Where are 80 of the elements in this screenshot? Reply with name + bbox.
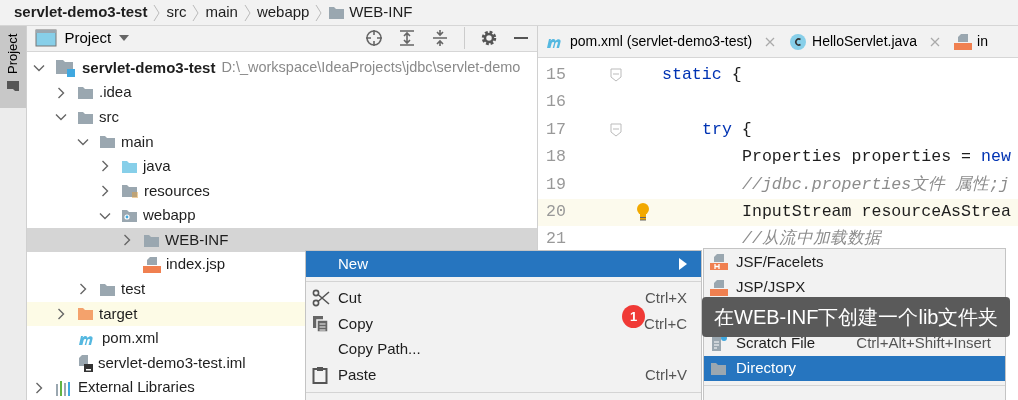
editor-tab[interactable]: pom.xml (servlet-demo3-test) bbox=[538, 26, 783, 57]
breadcrumb-item[interactable]: main bbox=[205, 1, 238, 24]
jsp-file-icon bbox=[143, 256, 161, 274]
line-number: 20 bbox=[546, 200, 567, 223]
jsp-file-icon bbox=[710, 278, 728, 296]
folder-icon bbox=[121, 158, 138, 174]
project-path: D:\_workspace\IdeaProjects\jdbc\servlet-demo bbox=[221, 58, 521, 78]
web-folder-icon bbox=[121, 208, 138, 224]
editor-tab[interactable]: HelloServlet.java bbox=[782, 26, 948, 57]
locate-icon[interactable] bbox=[365, 29, 383, 48]
libraries-icon bbox=[55, 379, 73, 396]
tree-item[interactable]: pom.xml bbox=[102, 327, 159, 350]
folder-icon bbox=[710, 361, 727, 377]
resources-folder-icon bbox=[121, 182, 139, 199]
menu-item[interactable]: JSF/Facelets bbox=[704, 249, 1005, 275]
chevron-separator-icon bbox=[243, 4, 251, 23]
code-line: InputStream resourceAsStrea bbox=[742, 200, 1011, 223]
expand-all-icon[interactable] bbox=[398, 29, 416, 48]
menu-item[interactable]: New bbox=[306, 251, 701, 277]
class-icon bbox=[789, 32, 808, 51]
tree-item[interactable]: src bbox=[99, 105, 119, 129]
clipboard-icon bbox=[312, 366, 328, 385]
folder-icon bbox=[99, 134, 116, 150]
breadcrumb-item[interactable]: webapp bbox=[256, 1, 310, 24]
module-file-icon bbox=[77, 354, 93, 373]
chevron-separator-icon bbox=[192, 4, 200, 23]
scissors-icon bbox=[312, 289, 330, 308]
fold-marker-icon[interactable] bbox=[610, 68, 622, 83]
line-number: 19 bbox=[546, 173, 567, 196]
folder-icon bbox=[99, 281, 116, 297]
folder-icon bbox=[77, 109, 94, 125]
lightbulb-icon[interactable] bbox=[636, 202, 650, 223]
folder-icon bbox=[77, 85, 94, 101]
tree-item[interactable]: External Libraries bbox=[78, 376, 195, 399]
project-tool-tab[interactable]: Project bbox=[0, 26, 26, 108]
code-line: //jdbc.properties文件 属性;j bbox=[742, 173, 1010, 196]
copy-icon bbox=[312, 315, 330, 333]
tree-item[interactable]: test bbox=[121, 278, 146, 301]
line-number: 16 bbox=[546, 91, 567, 114]
menu-item[interactable]: Paste Ctrl+V bbox=[306, 362, 701, 388]
module-icon bbox=[55, 59, 77, 77]
line-number: 21 bbox=[546, 228, 567, 251]
folder-icon bbox=[328, 5, 346, 20]
tree-item[interactable]: servlet-demo3-test bbox=[82, 56, 216, 80]
window-icon bbox=[35, 29, 57, 48]
folder-icon bbox=[77, 306, 94, 322]
tree-item[interactable]: main bbox=[121, 130, 154, 153]
tree-item[interactable]: index.jsp bbox=[166, 253, 226, 276]
jsp-file-icon bbox=[954, 33, 973, 50]
breadcrumb-item[interactable]: WEB-INF bbox=[349, 1, 413, 24]
tree-item[interactable]: java bbox=[143, 155, 171, 178]
line-number: 18 bbox=[546, 146, 567, 169]
code-line: static { bbox=[662, 64, 742, 86]
submenu-arrow-icon bbox=[679, 257, 687, 270]
tree-item[interactable]: webapp bbox=[143, 204, 196, 227]
menu-item[interactable]: Directory bbox=[704, 355, 1005, 382]
code-line: try { bbox=[702, 118, 752, 141]
tree-item[interactable]: WEB-INF bbox=[165, 228, 229, 252]
breadcrumb-item[interactable]: src bbox=[166, 1, 187, 24]
chevron-separator-icon bbox=[153, 4, 161, 23]
tree-item[interactable]: resources bbox=[144, 179, 210, 203]
tree-item[interactable]: target bbox=[99, 302, 138, 326]
settings-icon[interactable] bbox=[480, 29, 498, 48]
jsf-file-icon bbox=[710, 253, 728, 271]
breadcrumb-item[interactable]: servlet-demo3-test bbox=[14, 1, 148, 24]
editor-tab[interactable]: in bbox=[947, 26, 995, 57]
fold-marker-icon[interactable] bbox=[610, 123, 622, 138]
folder-icon bbox=[143, 232, 160, 248]
collapse-all-icon[interactable] bbox=[431, 29, 449, 48]
annotation-tooltip: 在WEB-INF下创建一个lib文件夹 bbox=[702, 297, 1011, 337]
line-number: 15 bbox=[546, 64, 567, 86]
code-line: //从流中加载数据 bbox=[742, 228, 881, 251]
menu-item[interactable]: Copy Path... bbox=[306, 336, 701, 363]
tree-item[interactable]: servlet-demo3-test.iml bbox=[98, 351, 246, 375]
code-line: Properties properties = new bbox=[742, 146, 1011, 169]
folder-icon bbox=[6, 80, 20, 93]
dropdown-caret-icon bbox=[118, 35, 129, 42]
tree-item[interactable]: .idea bbox=[99, 81, 132, 104]
line-number: 17 bbox=[546, 118, 567, 141]
chevron-separator-icon bbox=[315, 4, 323, 23]
